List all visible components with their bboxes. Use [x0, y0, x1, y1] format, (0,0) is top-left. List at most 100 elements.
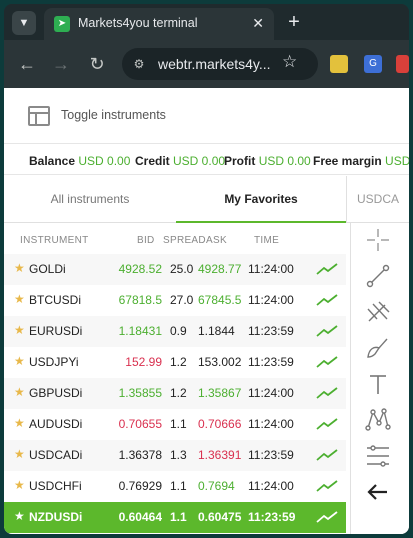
url-text[interactable]: webtr.markets4y... — [158, 56, 271, 72]
ask-price: 1.35867 — [198, 386, 242, 400]
quote-time: 11:23:59 — [248, 510, 296, 524]
reload-icon[interactable]: ↻ — [86, 53, 108, 75]
pitchfork-icon[interactable] — [365, 299, 391, 325]
table-row[interactable]: ★ NZDUSDi 0.60464 1.1 0.60475 11:23:59 — [4, 502, 346, 533]
col-bid[interactable]: BID — [137, 235, 155, 246]
pattern-icon[interactable] — [365, 407, 391, 433]
table-row[interactable]: ★ USDCHFi 0.76929 1.1 0.7694 11:24:00 — [4, 471, 346, 502]
quote-time: 11:24:00 — [248, 479, 294, 493]
bid-price: 1.35855 — [118, 386, 162, 400]
favorite-star-icon[interactable]: ★ — [14, 323, 25, 337]
free-margin-value: USD 0 — [385, 154, 409, 168]
ask-price: 67845.5 — [198, 293, 242, 307]
spread-value: 1.2 — [170, 355, 187, 369]
ask-price: 0.7694 — [198, 479, 235, 493]
tab-title: Markets4you terminal — [78, 16, 198, 30]
quote-time: 11:24:00 — [248, 262, 294, 276]
bid-price: 67818.5 — [118, 293, 162, 307]
translate-extension-icon[interactable]: G — [364, 55, 382, 73]
instrument-symbol: BTCUSDi — [29, 293, 82, 307]
browser-toolbar: ← → ↻ ⚙ webtr.markets4y... ☆ G — [4, 40, 409, 88]
instrument-symbol: GOLDi — [29, 262, 66, 276]
table-row[interactable]: ★ AUDUSDi 0.70655 1.1 0.70666 11:24:00 — [4, 409, 346, 440]
chevron-down-icon[interactable]: ▼ — [12, 11, 36, 35]
table-row[interactable]: ★ GBPUSDi 1.35855 1.2 1.35867 11:24:00 — [4, 378, 346, 409]
favorite-star-icon[interactable]: ★ — [14, 292, 25, 306]
ask-price: 153.002 — [198, 355, 242, 369]
back-arrow-icon[interactable]: ← — [16, 53, 38, 75]
col-time[interactable]: TIME — [254, 235, 279, 246]
trendline-icon[interactable] — [365, 263, 391, 289]
trend-up-icon[interactable] — [316, 510, 338, 524]
fibonacci-icon[interactable] — [365, 443, 391, 469]
tab-usdca[interactable]: USDCA — [346, 176, 409, 223]
instrument-tabs: All instruments My Favorites USDCA — [4, 176, 409, 223]
favorite-star-icon[interactable]: ★ — [14, 261, 25, 275]
col-ask[interactable]: ASK — [206, 235, 227, 246]
table-row[interactable]: ★ EURUSDi 1.18431 0.9 1.1844 11:23:59 — [4, 316, 346, 347]
instrument-symbol: USDCHFi — [29, 479, 82, 493]
trend-up-icon[interactable] — [316, 417, 338, 431]
bid-price: 0.76929 — [118, 479, 162, 493]
instrument-symbol: USDJPYi — [29, 355, 79, 369]
quote-time: 11:24:00 — [248, 293, 294, 307]
ask-price: 1.1844 — [198, 324, 235, 338]
toggle-instruments-label[interactable]: Toggle instruments — [61, 108, 166, 122]
table-row[interactable]: ★ BTCUSDi 67818.5 27.0 67845.5 11:24:00 — [4, 285, 346, 316]
text-icon[interactable] — [365, 371, 391, 397]
extension-icon[interactable] — [396, 55, 409, 73]
col-spread[interactable]: SPREAD — [163, 235, 206, 246]
favicon-icon: ➤ — [54, 16, 70, 32]
trend-up-icon[interactable] — [316, 262, 338, 276]
instrument-symbol: NZDUSDi — [29, 510, 83, 524]
spread-value: 1.1 — [170, 417, 187, 431]
ask-price: 0.60475 — [198, 510, 242, 524]
spread-value: 1.2 — [170, 386, 187, 400]
bid-price: 4928.52 — [118, 262, 162, 276]
trend-up-icon[interactable] — [316, 355, 338, 369]
tab-all-instruments[interactable]: All instruments — [4, 176, 176, 223]
forward-arrow-icon[interactable]: → — [50, 53, 72, 75]
spread-value: 27.0 — [170, 293, 194, 307]
spread-value: 0.9 — [170, 324, 187, 338]
trend-up-icon[interactable] — [316, 324, 338, 338]
crosshair-icon[interactable] — [365, 227, 391, 253]
credit-value: USD 0.00 — [173, 154, 226, 168]
favorite-star-icon[interactable]: ★ — [14, 447, 25, 461]
favorite-star-icon[interactable]: ★ — [14, 385, 25, 399]
table-row[interactable]: ★ USDCADi 1.36378 1.3 1.36391 11:23:59 — [4, 440, 346, 471]
site-info-icon[interactable]: ⚙ — [130, 55, 148, 73]
browser-tab[interactable]: ➤ Markets4you terminal ✕ — [44, 8, 274, 40]
favorite-star-icon[interactable]: ★ — [14, 509, 25, 523]
favorite-star-icon[interactable]: ★ — [14, 478, 25, 492]
favorite-star-icon[interactable]: ★ — [14, 416, 25, 430]
new-tab-button[interactable]: + — [282, 11, 306, 35]
panel-toggle-icon[interactable] — [28, 106, 50, 126]
balance-value: USD 0.00 — [78, 154, 131, 168]
favorite-star-icon[interactable]: ★ — [14, 354, 25, 368]
trend-up-icon[interactable] — [316, 448, 338, 462]
instrument-symbol: EURUSDi — [29, 324, 83, 338]
bid-price: 0.60464 — [118, 510, 162, 524]
account-summary: Balance USD 0.00 Credit USD 0.00 Profit … — [4, 145, 409, 175]
brush-icon[interactable] — [365, 335, 391, 361]
table-row[interactable]: ★ GOLDi 4928.52 25.0 4928.77 11:24:00 — [4, 254, 346, 285]
ask-price: 4928.77 — [198, 262, 242, 276]
trend-up-icon[interactable] — [316, 479, 338, 493]
tab-my-favorites[interactable]: My Favorites — [176, 176, 346, 223]
table-row[interactable]: ★ USDJPYi 152.99 1.2 153.002 11:23:59 — [4, 347, 346, 378]
trend-up-icon[interactable] — [316, 386, 338, 400]
profit: Profit USD 0.00 — [224, 154, 311, 168]
extension-icon[interactable] — [330, 55, 348, 73]
ask-price: 1.36391 — [198, 448, 242, 462]
tab-strip: ▼ ➤ Markets4you terminal ✕ + — [4, 4, 409, 40]
bid-price: 1.36378 — [118, 448, 162, 462]
trend-up-icon[interactable] — [316, 293, 338, 307]
instruments-table: INSTRUMENT BID SPREAD ASK TIME ★ GOLDi 492… — [4, 223, 346, 534]
col-instrument[interactable]: INSTRUMENT — [20, 235, 89, 246]
toggle-instruments-bar[interactable]: Toggle instruments — [4, 88, 409, 144]
back-arrow-icon[interactable] — [365, 479, 391, 505]
bookmark-star-icon[interactable]: ☆ — [282, 52, 297, 72]
close-icon[interactable]: ✕ — [252, 15, 264, 31]
instrument-symbol: AUDUSDi — [29, 417, 83, 431]
